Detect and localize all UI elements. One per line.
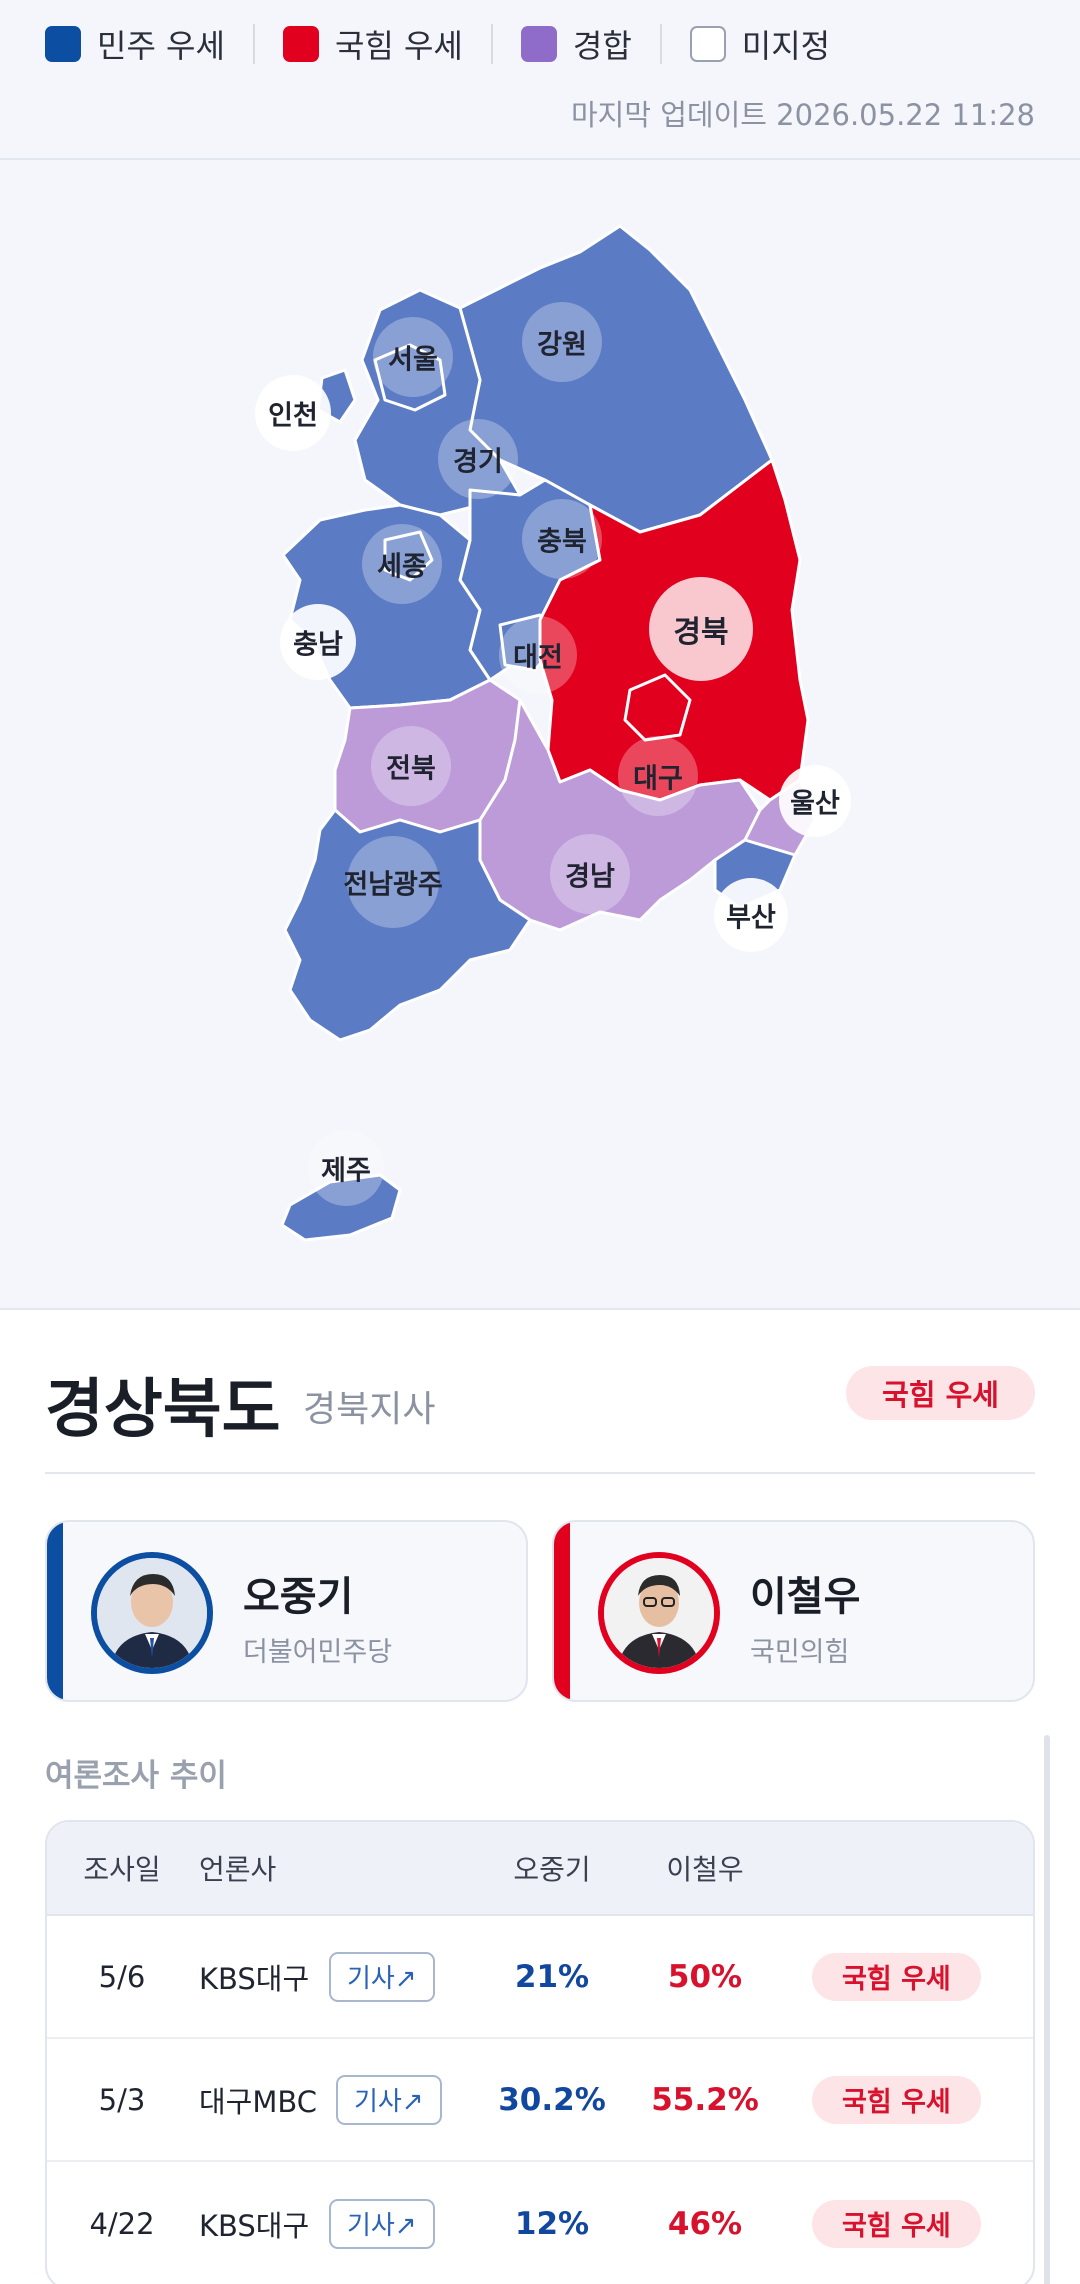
region-label-gyeongbuk: 경북 [673,615,729,650]
candidate-party: 더불어민주당 [243,1637,393,1668]
poll-value-a: 30.2% [498,2081,606,2118]
person-icon [604,1558,714,1668]
candidate-name: 오중기 [243,1574,354,1620]
map-legend: 민주 우세 국힘 우세 경합 미지정 [45,20,830,68]
legend-header: 민주 우세 국힘 우세 경합 미지정 마지막 업데이트 2026.05.22 1… [0,0,1080,160]
legend-swatch-tossup [520,26,557,62]
region-label-jeonnam-gwangju: 전남광주 [343,869,443,901]
region-title: 경상북도 [45,1373,281,1447]
poll-value-a: 21% [514,1958,590,1995]
region-label-chungnam: 충남 [293,629,343,661]
last-update-text: 마지막 업데이트 2026.05.22 11:28 [570,98,1035,132]
region-label-ulsan: 울산 [790,788,840,820]
legend-label: 경합 [572,27,632,65]
poll-date: 5/6 [98,1959,146,1994]
poll-date: 5/3 [98,2082,146,2117]
legend-item-ppp: 국힘 우세 [282,21,463,67]
legend-divider [659,24,662,64]
poll-value-a: 12% [514,2205,590,2242]
scrollbar[interactable] [1044,1735,1050,2284]
legend-item-tossup: 경합 [520,21,632,67]
legend-label: 미지정 [741,27,831,65]
poll-media: KBS대구 [199,2208,310,2243]
poll-status-badge: 국힘 우세 [812,2199,981,2248]
region-label-incheon: 인천 [268,400,318,432]
region-label-gyeongnam: 경남 [565,861,615,893]
korea-election-map: 서울 인천 강원 경기 충북 세종 충남 경북 대전 전북 대구 울산 전남광주… [0,160,1080,1310]
divider [45,1472,1035,1474]
region-label-jeonbuk: 전북 [386,753,436,785]
party-color-bar [47,1522,63,1700]
header-date: 조사일 [83,1853,161,1886]
poll-table: 조사일 언론사 오중기 이철우 5/6 KBS대구 기사↗ 21% 50% 국힘… [45,1820,1035,2284]
legend-divider [490,24,493,64]
region-label-daegu: 대구 [633,763,683,795]
poll-value-b: 50% [667,1958,743,1995]
header-candidate-a: 오중기 [513,1853,591,1886]
region-label-sejong: 세종 [377,551,427,583]
status-badge: 국힘 우세 [846,1366,1035,1420]
table-row: 5/6 KBS대구 기사↗ 21% 50% 국힘 우세 [47,1916,1033,2039]
poll-media: 대구MBC [199,2084,318,2119]
person-icon [97,1558,207,1668]
candidate-card-ppp[interactable]: 이철우 국민의힘 [552,1520,1035,1702]
article-link-button[interactable]: 기사↗ [329,1951,435,2002]
article-link-button[interactable]: 기사↗ [336,2074,442,2125]
candidate-card-dem[interactable]: 오중기 더불어민주당 [45,1520,528,1702]
region-label-busan: 부산 [726,902,776,934]
poll-media: KBS대구 [199,1961,310,1996]
candidate-avatar [91,1552,213,1674]
poll-value-b: 55.2% [651,2081,759,2118]
legend-item-unassigned: 미지정 [689,21,831,67]
region-label-daejeon: 대전 [513,642,563,674]
poll-section-heading: 여론조사 추이 [45,1758,227,1794]
region-label-gyeonggi: 경기 [453,446,503,478]
legend-label: 국힘 우세 [334,27,463,65]
region-label-jeju: 제주 [321,1155,371,1187]
legend-swatch-ppp [282,26,319,62]
table-row: 5/3 대구MBC 기사↗ 30.2% 55.2% 국힘 우세 [47,2039,1033,2162]
candidate-avatar [598,1552,720,1674]
region-subtitle: 경북지사 [303,1389,436,1430]
region-label-seoul: 서울 [388,344,438,376]
legend-label: 민주 우세 [97,27,225,65]
region-label-chungbuk: 충북 [537,526,587,558]
legend-swatch-dem [45,26,81,62]
article-link-button[interactable]: 기사↗ [329,2198,435,2249]
region-label-gangwon: 강원 [537,329,587,361]
poll-status-badge: 국힘 우세 [812,1952,981,2001]
header-candidate-b: 이철우 [666,1853,744,1886]
poll-status-badge: 국힘 우세 [812,2075,981,2124]
poll-table-header: 조사일 언론사 오중기 이철우 [47,1822,1033,1916]
region-detail-panel: 경상북도 경북지사 국힘 우세 오중기 더불어민주당 이철우 국민의힘 여론조사… [0,1310,1080,2284]
legend-swatch-unassigned [689,26,726,62]
poll-date: 4/22 [89,2206,155,2241]
table-row: 4/22 KBS대구 기사↗ 12% 46% 국힘 우세 [47,2162,1033,2284]
legend-item-dem: 민주 우세 [45,21,225,67]
legend-divider [252,24,255,64]
candidate-party: 국민의힘 [750,1637,850,1668]
header-media: 언론사 [199,1853,277,1886]
candidate-name: 이철우 [750,1574,861,1620]
poll-value-b: 46% [667,2205,743,2242]
party-color-bar [554,1522,570,1700]
